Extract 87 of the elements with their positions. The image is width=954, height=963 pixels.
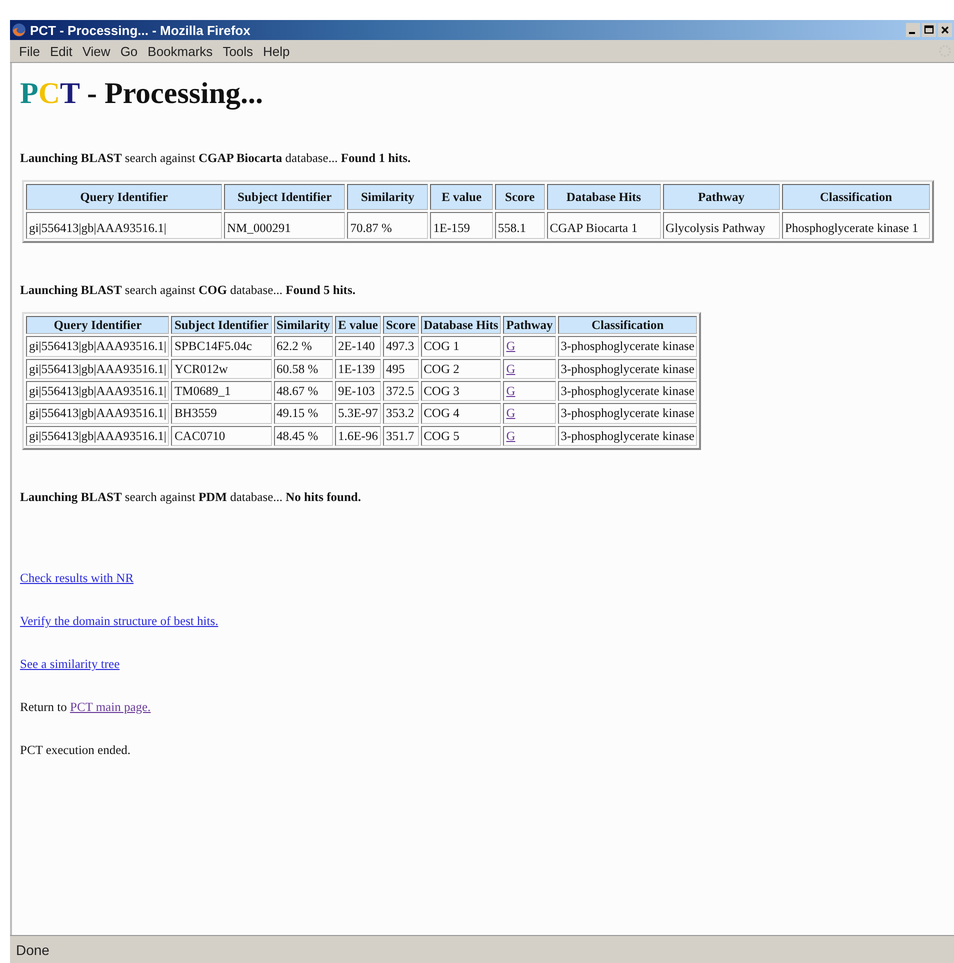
table-cell: 1E-159 (430, 212, 493, 239)
page-link[interactable]: PCT main page. (70, 700, 151, 714)
table-cell: COG 4 (420, 403, 502, 424)
table-cell: COG 2 (420, 358, 502, 379)
table-cell: NM_000291 (224, 212, 346, 239)
close-icon[interactable] (938, 23, 952, 37)
table-cell: 3-phosphoglycerate kinase (558, 358, 698, 379)
table-cell: 3-phosphoglycerate kinase (558, 426, 698, 446)
table-cell: 70.87 % (347, 212, 428, 239)
table-cell: YCR012w (171, 358, 272, 379)
pathway-link[interactable]: G (506, 428, 516, 443)
table-cell: Phosphoglycerate kinase 1 (782, 212, 930, 239)
column-header: Similarity (347, 184, 428, 210)
table-cell: 48.45 % (274, 426, 334, 446)
browser-logo-icon (12, 23, 26, 37)
pathway-link[interactable]: G (506, 339, 516, 354)
table-cell: 5.3E-97 (335, 403, 381, 424)
table-cell: gi|556413|gb|AAA93516.1| (26, 426, 170, 446)
table-cell: 351.7 (382, 426, 419, 446)
column-header: Query Identifier (26, 184, 222, 210)
column-header: E value (430, 184, 493, 210)
table-cell: 9E-103 (335, 380, 381, 402)
status-message: PCT execution ended. (20, 743, 131, 757)
window-title: PCT - Processing... - Mozilla Firefox (30, 22, 250, 38)
table-cell: 60.58 % (274, 358, 334, 379)
page-heading: PCT - Processing... (20, 77, 264, 111)
column-header: Database Hits (546, 184, 661, 210)
column-header: Classification (558, 316, 698, 334)
table-cell: 3-phosphoglycerate kinase (558, 380, 698, 402)
menu-item[interactable]: View (77, 44, 116, 58)
table-cell: 3-phosphoglycerate kinase (558, 336, 698, 356)
table-cell: COG 3 (420, 380, 502, 402)
table-cell: CGAP Biocarta 1 (546, 212, 661, 239)
menu-item[interactable]: Tools (218, 44, 258, 58)
table-cell: 1E-139 (335, 358, 381, 379)
table-cell: 49.15 % (274, 403, 334, 424)
column-header: Classification (782, 184, 930, 210)
table-cell: gi|556413|gb|AAA93516.1| (26, 336, 170, 356)
status-message: Launching BLAST search against COG database... Found 5 hits. (20, 282, 356, 298)
table-cell: gi|556413|gb|AAA93516.1| (26, 403, 170, 424)
column-header: Score (382, 316, 419, 334)
page-link[interactable]: See a similarity tree (20, 657, 120, 671)
column-header: Score (494, 184, 545, 210)
table-cell: 2E-140 (335, 336, 381, 356)
column-header: Subject Identifier (171, 316, 272, 334)
status-text: Done (15, 942, 50, 958)
table-cell: gi|556413|gb|AAA93516.1| (26, 212, 222, 239)
table-cell: 497.3 (382, 336, 419, 356)
link-label: Return to (20, 700, 67, 714)
table-cell: 558.1 (494, 212, 545, 239)
table-cell: COG 5 (420, 426, 502, 446)
column-header: Similarity (274, 316, 334, 334)
table-cell: 372.5 (382, 380, 419, 402)
menu-item[interactable]: Bookmarks (142, 44, 218, 58)
column-header: Pathway (662, 184, 780, 210)
table-cell: gi|556413|gb|AAA93516.1| (26, 380, 170, 402)
pathway-link[interactable]: G (506, 384, 516, 398)
table-cell: 353.2 (382, 403, 419, 424)
table-cell: TM0689_1 (171, 380, 272, 402)
page-link[interactable]: Check results with NR (20, 571, 134, 585)
pathway-link[interactable]: G (506, 406, 516, 420)
status-message: Launching BLAST search against CGAP Biocarta database... Found 1 hits. (20, 151, 411, 166)
table-cell: CAC0710 (171, 426, 272, 446)
table-cell: SPBC14F5.04c (171, 336, 272, 356)
table-cell: 3-phosphoglycerate kinase (558, 403, 698, 424)
menu-item[interactable]: Go (115, 44, 143, 58)
table-cell: 48.67 % (274, 380, 334, 402)
table-cell: 495 (382, 358, 419, 379)
table-cell: 1.6E-96 (335, 426, 381, 446)
column-header: Pathway (503, 316, 556, 334)
status-message: Launching BLAST search against PDM database... No hits found. (20, 490, 361, 505)
menu-item[interactable]: File (14, 44, 45, 58)
table-cell: COG 1 (420, 336, 502, 356)
menu-item[interactable]: Help (258, 44, 295, 58)
minimize-icon[interactable] (906, 23, 920, 37)
table-cell: 62.2 % (274, 336, 334, 356)
column-header: Database Hits (420, 316, 502, 334)
maximize-icon[interactable] (922, 23, 936, 37)
pathway-link[interactable]: G (506, 362, 516, 376)
table-cell: BH3559 (171, 403, 272, 424)
table-cell: gi|556413|gb|AAA93516.1| (26, 358, 170, 379)
column-header: Subject Identifier (224, 184, 346, 210)
column-header: Query Identifier (26, 316, 170, 334)
page-link[interactable]: Verify the domain structure of best hits. (20, 614, 218, 628)
table-cell: Glycolysis Pathway (662, 212, 780, 239)
menu-item[interactable]: Edit (44, 44, 78, 58)
column-header: E value (335, 316, 381, 334)
